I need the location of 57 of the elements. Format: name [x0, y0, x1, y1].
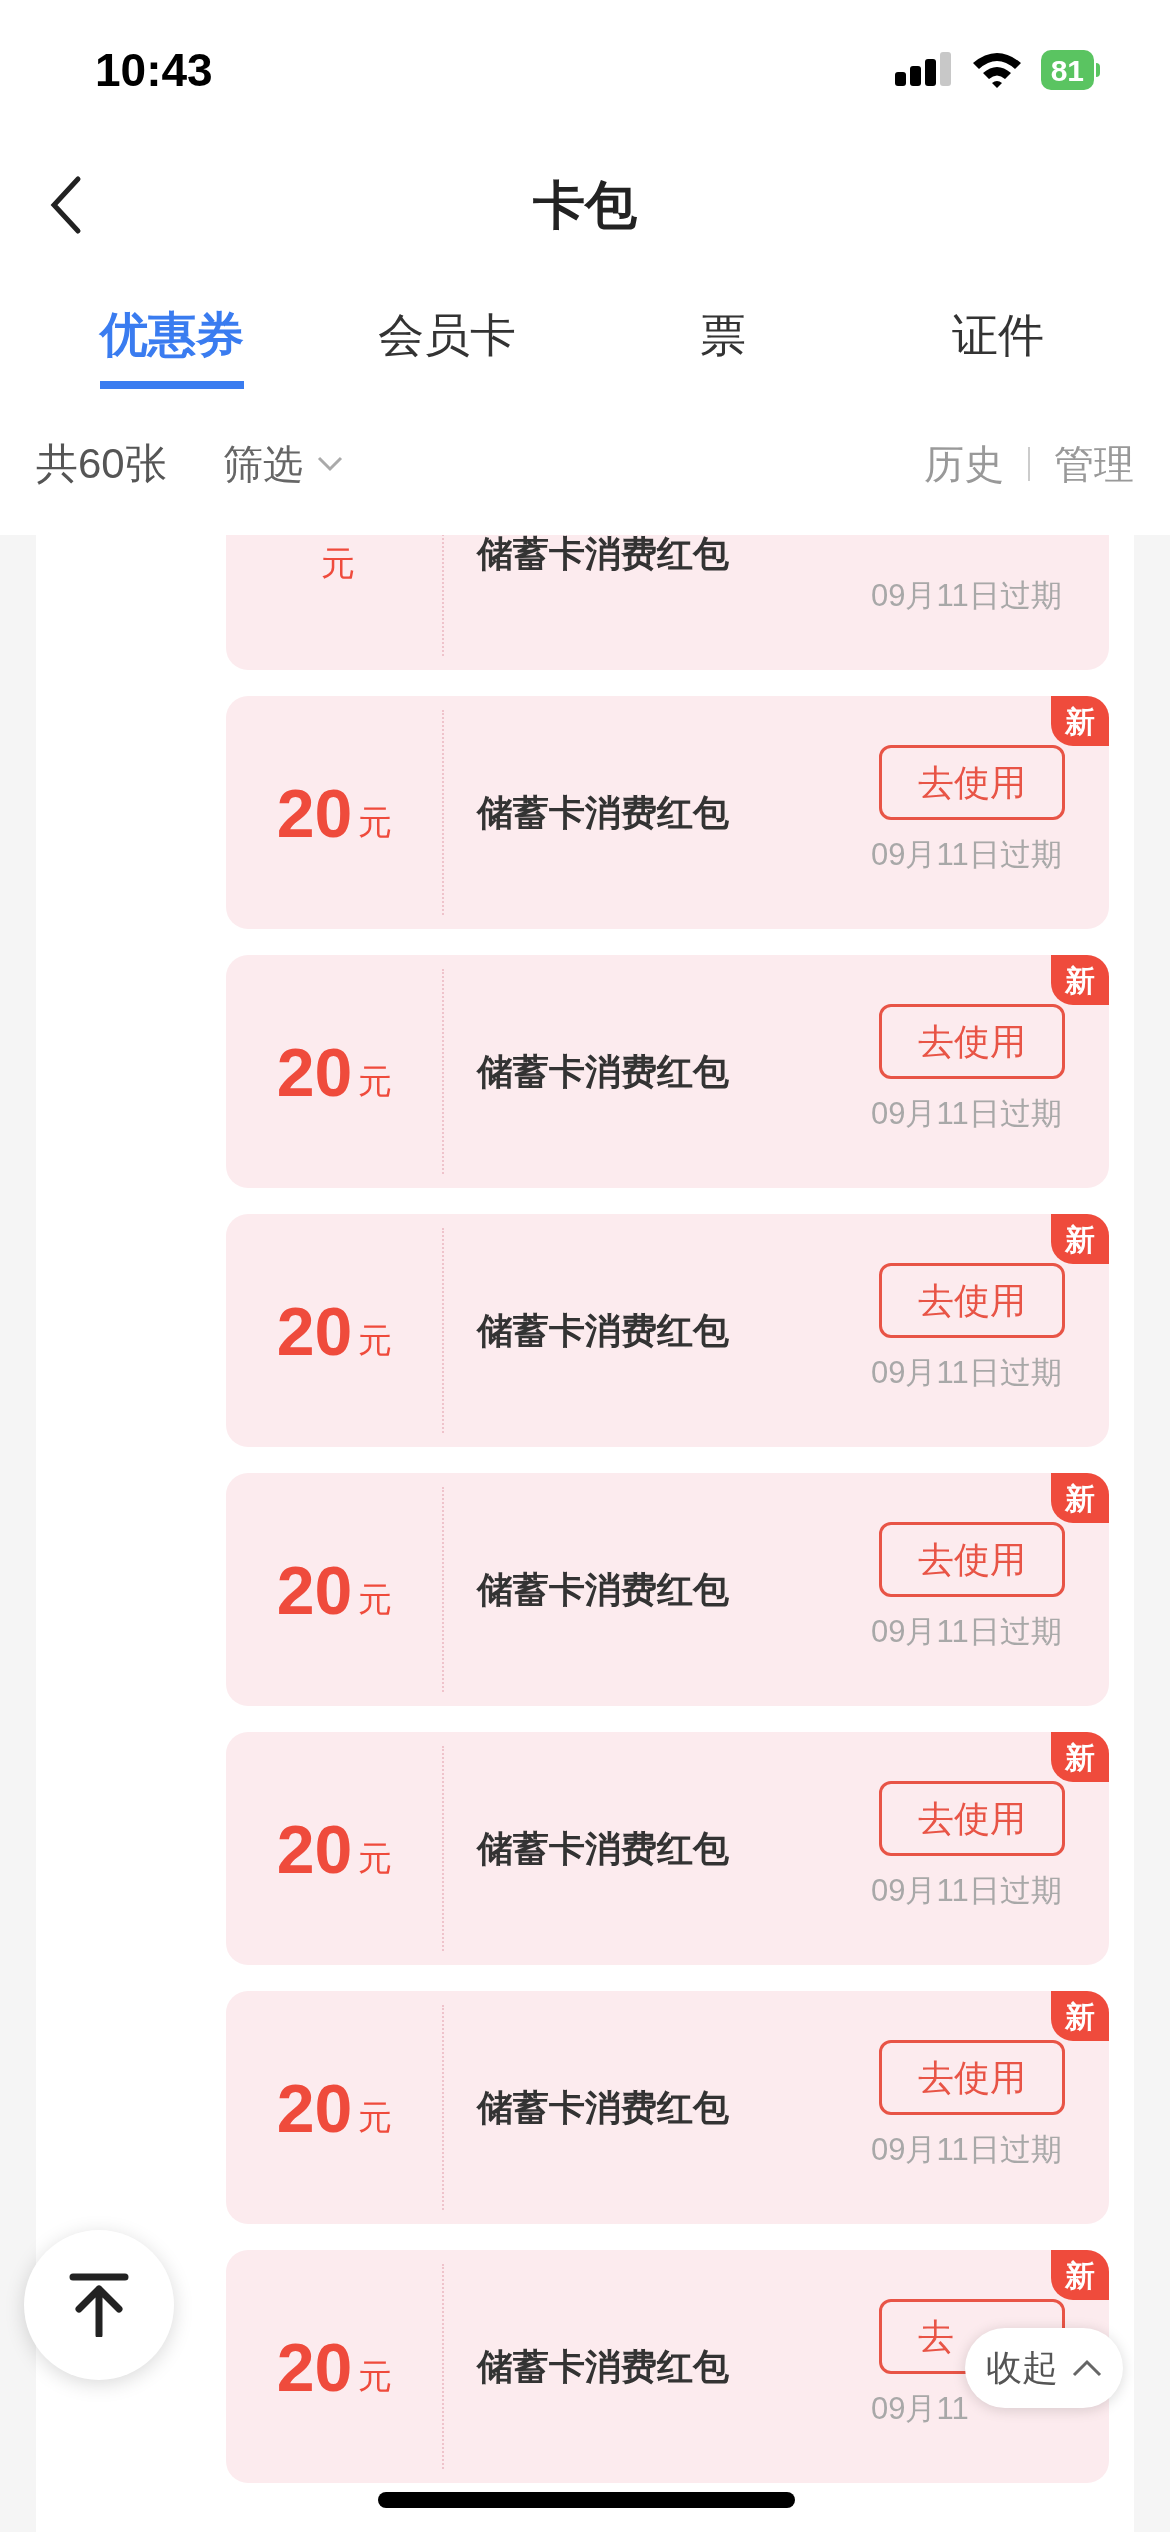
- chevron-down-icon: [316, 455, 343, 472]
- page-title: 卡包: [533, 175, 637, 236]
- currency-unit: 元: [358, 1579, 393, 1620]
- coupon-amount: 20: [276, 1550, 353, 1630]
- coupon-name: 储蓄卡消费红包: [477, 535, 729, 576]
- coupon-card[interactable]: 20 元 储蓄卡消费红包 去使用 09月11日过期 新: [226, 955, 1109, 1188]
- coupon-name: 储蓄卡消费红包: [477, 1567, 729, 1612]
- signal-icon: [894, 52, 953, 88]
- chevron-up-icon: [1072, 2359, 1102, 2377]
- currency-unit: 元: [320, 543, 355, 584]
- status-time: 10:43: [95, 42, 213, 98]
- coupon-card[interactable]: 20 元 储蓄卡消费红包 去使用 09月11日过期 新: [226, 1214, 1109, 1447]
- new-badge: 新: [1051, 1214, 1109, 1264]
- expiry-date: 09月11日过期: [871, 836, 1062, 874]
- expiry-date: 09月11日过期: [871, 1095, 1062, 1133]
- new-badge: 新: [1051, 955, 1109, 1005]
- coupon-amount: 20: [276, 1809, 353, 1889]
- coupon-name: 储蓄卡消费红包: [477, 1826, 729, 1871]
- coupon-amount: 20: [276, 1291, 353, 1371]
- expiry-date: 09月11日过期: [871, 1613, 1062, 1651]
- coupon-name: 储蓄卡消费红包: [477, 1049, 729, 1094]
- new-badge: 新: [1051, 1732, 1109, 1782]
- new-badge: 新: [1051, 1991, 1109, 2041]
- tab[interactable]: 会员卡: [378, 300, 517, 388]
- currency-unit: 元: [358, 1838, 393, 1879]
- coupon-amount: 20: [276, 773, 353, 853]
- coupon-amount: 20: [276, 1032, 353, 1112]
- coupon-card[interactable]: 20 元 储蓄卡消费红包 去使用 09月11日过期 新: [226, 696, 1109, 929]
- collapse-toast[interactable]: 收起: [965, 2328, 1123, 2408]
- filter-dropdown[interactable]: 筛选: [222, 433, 343, 494]
- new-badge: 新: [1051, 696, 1109, 746]
- tab[interactable]: 票: [699, 300, 746, 388]
- currency-unit: 元: [358, 2356, 393, 2397]
- coupon-card[interactable]: 20 元 储蓄卡消费红包 去使用 09月11日过期 新: [226, 1473, 1109, 1706]
- new-badge: 新: [1051, 1473, 1109, 1523]
- expiry-date: 09月11日过期: [871, 2131, 1062, 2169]
- currency-unit: 元: [358, 802, 393, 843]
- new-badge: 新: [1051, 2250, 1109, 2300]
- expiry-date: 09月11日过期: [871, 1354, 1062, 1392]
- expiry-date: 09月11日过期: [871, 1872, 1062, 1910]
- arrow-up-icon: [69, 2273, 129, 2337]
- coupon-name: 储蓄卡消费红包: [477, 2085, 729, 2130]
- coupon-name: 储蓄卡消费红包: [477, 2344, 729, 2389]
- coupon-name: 储蓄卡消费红包: [477, 790, 729, 835]
- coupon-amount: 20: [276, 2068, 353, 2148]
- coupon-card[interactable]: 20 元 储蓄卡消费红包 去使用 09月11日过期 新: [226, 1732, 1109, 1965]
- tab[interactable]: 证件: [952, 300, 1045, 388]
- coupon-card[interactable]: 20 元 储蓄卡消费红包 去使用 09月11日过期 新: [226, 1991, 1109, 2224]
- currency-unit: 元: [358, 1320, 393, 1361]
- coupon-card[interactable]: 元 储蓄卡消费红包 09月11日过期: [226, 535, 1109, 670]
- expiry-date: 09月11日过期: [871, 577, 1062, 615]
- currency-unit: 元: [358, 1061, 393, 1102]
- tab[interactable]: 优惠券: [99, 299, 244, 389]
- coupon-amount: 20: [276, 2327, 353, 2407]
- coupon-count: 共60张: [36, 439, 167, 489]
- currency-unit: 元: [358, 2097, 393, 2138]
- coupon-name: 储蓄卡消费红包: [477, 1308, 729, 1353]
